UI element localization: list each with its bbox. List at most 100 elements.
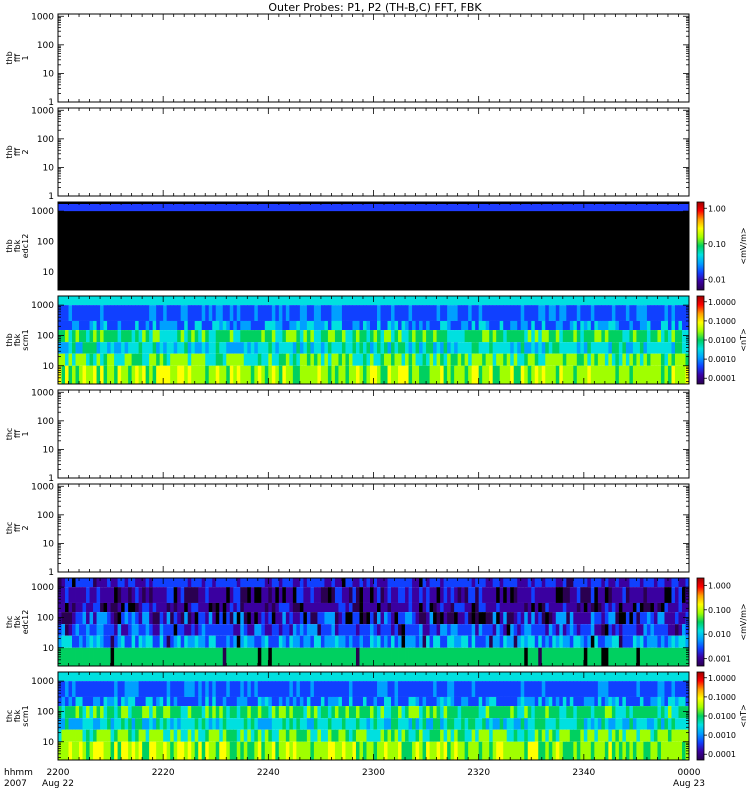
heatmap-cell (198, 624, 202, 636)
heatmap-cell (296, 587, 300, 603)
heatmap-cell (97, 636, 101, 648)
heatmap-cell (447, 305, 451, 321)
heatmap-cell (118, 718, 122, 730)
heatmap-cell (114, 366, 118, 384)
heatmap-cell (524, 636, 528, 648)
heatmap-cell (657, 296, 661, 305)
heatmap-cell (279, 305, 283, 321)
heatmap-cell (636, 648, 640, 666)
heatmap-cell (549, 587, 553, 603)
heatmap-cell (202, 354, 206, 366)
heatmap-cell (409, 305, 413, 321)
heatmap-cell (507, 305, 511, 321)
heatmap-cell (342, 730, 346, 742)
heatmap-cell (111, 578, 115, 587)
heatmap-cell (303, 730, 307, 742)
heatmap-cell (289, 321, 293, 330)
heatmap-cell (633, 681, 637, 697)
heatmap-cell (135, 718, 139, 730)
heatmap-cell (114, 672, 118, 681)
heatmap-cell (76, 330, 80, 342)
heatmap-cell (538, 636, 542, 648)
heatmap-cell (153, 672, 157, 681)
heatmap-cell (556, 321, 560, 330)
heatmap-cell (493, 587, 497, 603)
heatmap-cell (90, 706, 94, 718)
heatmap-cell (664, 603, 668, 612)
heatmap-cell (381, 612, 385, 624)
heatmap-cell (573, 354, 577, 366)
heatmap-cell (300, 697, 304, 706)
heatmap-cell (398, 697, 402, 706)
heatmap-cell (524, 578, 528, 587)
heatmap-cell (437, 603, 441, 612)
heatmap-cell (328, 612, 332, 624)
heatmap-cell (335, 603, 339, 612)
heatmap-cell (598, 330, 602, 342)
heatmap-cell (86, 612, 90, 624)
heatmap-cell (58, 681, 62, 697)
heatmap-cell (626, 697, 630, 706)
heatmap-cell (461, 612, 465, 624)
heatmap-cell (209, 718, 213, 730)
heatmap-cell (461, 681, 465, 697)
heatmap-cell (79, 330, 83, 342)
heatmap-cell (538, 612, 542, 624)
heatmap-cell (321, 321, 325, 330)
heatmap-cell (619, 636, 623, 648)
heatmap-cell (503, 587, 507, 603)
heatmap-cell (678, 603, 682, 612)
heatmap-cell (482, 578, 486, 587)
heatmap-cell (500, 578, 504, 587)
heatmap-cell (433, 342, 437, 354)
heatmap-cell (356, 636, 360, 648)
heatmap-cell (388, 681, 392, 697)
heatmap-cell (517, 603, 521, 612)
heatmap-cell (314, 366, 318, 384)
heatmap-cell (202, 330, 206, 342)
heatmap-cell (356, 296, 360, 305)
heatmap-cell (317, 330, 321, 342)
heatmap-cell (426, 636, 430, 648)
heatmap-cell (531, 342, 535, 354)
heatmap-cell (251, 636, 255, 648)
heatmap-cell (247, 366, 251, 384)
heatmap-cell (605, 578, 609, 587)
heatmap-cell (191, 305, 195, 321)
heatmap-cell (223, 730, 227, 742)
heatmap-cell (125, 730, 129, 742)
heatmap-cell (521, 321, 525, 330)
heatmap-cell (402, 612, 406, 624)
heatmap-cell (675, 730, 679, 742)
heatmap-cell (258, 305, 262, 321)
heatmap-cell (458, 296, 462, 305)
heatmap-cell (272, 296, 276, 305)
heatmap-cell (384, 296, 388, 305)
heatmap-cell (521, 330, 525, 342)
heatmap-cell (640, 681, 644, 697)
heatmap-cell (409, 730, 413, 742)
heatmap-cell (286, 342, 290, 354)
heatmap-cell (72, 697, 76, 706)
heatmap-cell (62, 672, 66, 681)
heatmap-cell (517, 305, 521, 321)
heatmap-cell (377, 305, 381, 321)
heatmap-cell (247, 342, 251, 354)
heatmap-cell (237, 587, 241, 603)
heatmap-cell (493, 648, 497, 666)
heatmap-cell (177, 354, 181, 366)
heatmap-cell (398, 330, 402, 342)
heatmap-cell (521, 354, 525, 366)
heatmap-cell (237, 354, 241, 366)
heatmap-cell (493, 296, 497, 305)
heatmap-cell (454, 706, 458, 718)
heatmap-cell (258, 587, 262, 603)
heatmap-cell (608, 305, 612, 321)
heatmap-cell (121, 706, 125, 718)
heatmap-cell (409, 636, 413, 648)
heatmap-cell (282, 612, 286, 624)
heatmap-cell (121, 742, 125, 760)
heatmap-cell (514, 296, 518, 305)
heatmap-cell (132, 636, 136, 648)
heatmap-cell (465, 305, 469, 321)
